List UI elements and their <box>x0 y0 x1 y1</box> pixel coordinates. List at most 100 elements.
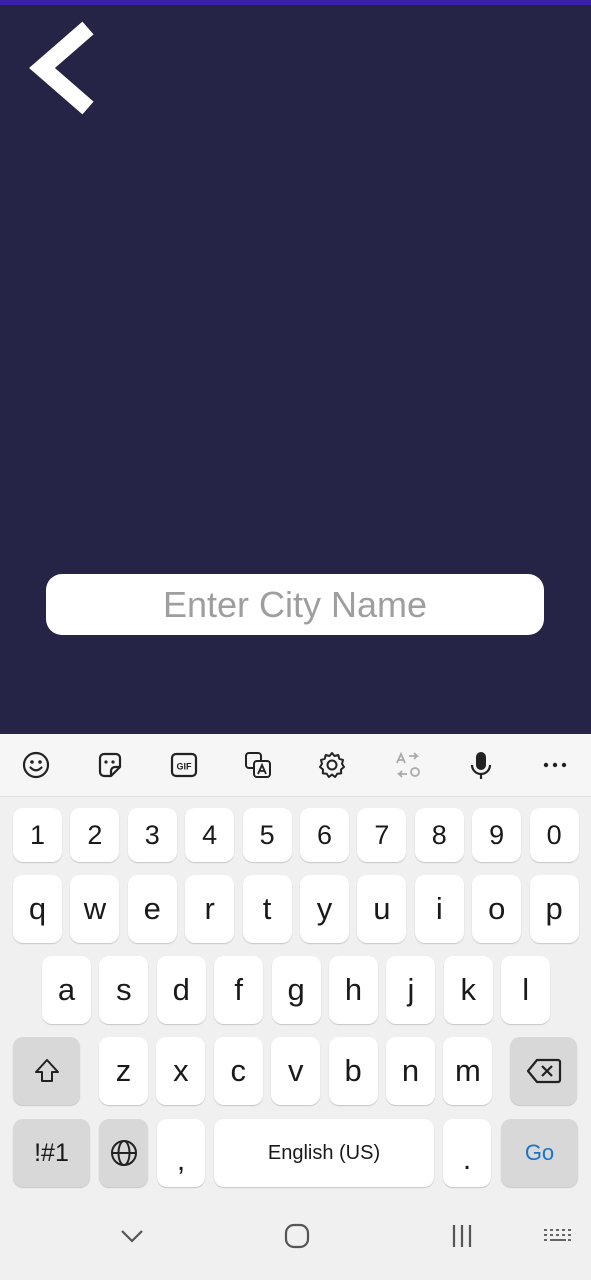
key-u[interactable]: u <box>357 875 407 943</box>
gif-icon[interactable]: GIF <box>164 745 204 785</box>
key-c-label: c <box>230 1053 247 1088</box>
key-h[interactable]: h <box>329 956 378 1024</box>
shift-key[interactable] <box>13 1037 80 1105</box>
key-y[interactable]: y <box>300 875 349 943</box>
key-a[interactable]: a <box>42 956 91 1024</box>
space-key-label: English (US) <box>267 1141 381 1164</box>
key-k[interactable]: k <box>443 956 493 1024</box>
symbols-key[interactable]: !#1 <box>13 1119 90 1187</box>
key-a-label: a <box>57 972 76 1007</box>
key-z-label: z <box>115 1053 132 1088</box>
key-9[interactable]: 9 <box>472 808 522 862</box>
key-e[interactable]: e <box>127 875 177 943</box>
settings-icon[interactable] <box>312 745 352 785</box>
go-key-label: Go <box>524 1140 555 1165</box>
hide-keyboard-icon[interactable] <box>112 1216 152 1256</box>
key-8[interactable]: 8 <box>414 808 464 862</box>
key-7-label: 7 <box>374 819 390 850</box>
key-m[interactable]: m <box>443 1037 493 1105</box>
key-h-label: h <box>344 972 363 1007</box>
city-name-input[interactable] <box>46 574 544 635</box>
on-screen-keyboard: GIF 1 2 3 4 5 6 7 8 9 0 q w e r t y u i o p a s d f g h j k l z x c v b nm… <box>0 734 591 1280</box>
more-icon[interactable] <box>535 745 575 785</box>
keyboard-toolbar: GIF <box>0 734 591 797</box>
key-j-label: j <box>407 972 415 1007</box>
key-9-label: 9 <box>489 819 505 850</box>
translate-icon[interactable] <box>238 745 278 785</box>
key-k-label: k <box>460 972 477 1007</box>
key-0-label: 0 <box>546 819 562 850</box>
key-o[interactable]: o <box>472 875 522 943</box>
chevron-left-icon <box>29 21 94 115</box>
key-s-label: s <box>116 972 132 1007</box>
keyboard-switch-icon[interactable] <box>538 1216 578 1256</box>
symbols-key-label: !#1 <box>34 1138 69 1167</box>
globe-icon <box>110 1140 137 1166</box>
key-j[interactable]: j <box>386 956 436 1024</box>
key-x-label: x <box>173 1053 189 1088</box>
language-key[interactable] <box>99 1119 148 1187</box>
key-m-label: m <box>454 1053 481 1088</box>
key-q[interactable]: q <box>13 875 62 943</box>
sticker-icon[interactable] <box>90 745 130 785</box>
key-4[interactable]: 4 <box>185 808 235 862</box>
status-accent-line <box>0 0 591 5</box>
key-t[interactable]: t <box>242 875 292 943</box>
key-c[interactable]: c <box>213 1037 263 1105</box>
key-2[interactable]: 2 <box>70 808 120 862</box>
key-v[interactable]: v <box>271 1037 321 1105</box>
key-l[interactable]: l <box>501 956 551 1024</box>
key-g[interactable]: g <box>271 956 321 1024</box>
back-button[interactable] <box>22 16 102 120</box>
key-6-label: 6 <box>316 819 333 850</box>
key-5[interactable]: 5 <box>242 808 292 862</box>
comma-key[interactable]: , <box>157 1119 205 1187</box>
comma-key-label: , <box>176 1144 186 1177</box>
key-8-label: 8 <box>431 819 447 850</box>
text-conversion-icon[interactable] <box>388 745 428 785</box>
key-i[interactable]: i <box>414 875 464 943</box>
key-s[interactable]: s <box>99 956 149 1024</box>
key-0[interactable]: 0 <box>529 808 579 862</box>
emoji-icon[interactable] <box>16 745 56 785</box>
recents-icon[interactable] <box>442 1216 482 1256</box>
key-f[interactable]: f <box>214 956 264 1024</box>
key-r-label: r <box>204 891 215 926</box>
key-w-label: w <box>83 891 107 926</box>
svg-text:GIF: GIF <box>177 762 193 772</box>
key-d[interactable]: d <box>156 956 206 1024</box>
key-w[interactable]: w <box>70 875 120 943</box>
backspace-icon <box>526 1058 561 1084</box>
key-1-label: 1 <box>29 819 46 850</box>
key-l-label: l <box>522 972 530 1007</box>
key-t-label: t <box>262 891 272 926</box>
microphone-icon[interactable] <box>461 745 501 785</box>
shift-icon <box>34 1059 59 1082</box>
key-5-label: 5 <box>259 819 275 850</box>
backspace-key[interactable] <box>510 1037 577 1105</box>
key-7[interactable]: 7 <box>357 808 407 862</box>
key-f-label: f <box>234 972 243 1007</box>
key-1[interactable]: 1 <box>13 808 62 862</box>
keyboard-keys: 1 2 3 4 5 6 7 8 9 0 q w e r t y u i o p a s d f g h j k l z x c v b n m !#1,… <box>0 796 591 1196</box>
key-e-label: e <box>143 891 161 926</box>
period-key-label: . <box>462 1143 472 1176</box>
key-p[interactable]: p <box>529 875 579 943</box>
key-6[interactable]: 6 <box>300 808 349 862</box>
city-input-container <box>46 574 544 635</box>
key-b[interactable]: b <box>328 1037 378 1105</box>
key-z[interactable]: z <box>99 1037 148 1105</box>
key-q-label: q <box>28 891 47 926</box>
space-key[interactable]: English (US) <box>214 1119 434 1187</box>
key-x[interactable]: x <box>156 1037 206 1105</box>
go-key[interactable]: Go <box>501 1119 578 1187</box>
key-n[interactable]: n <box>386 1037 435 1105</box>
key-2-label: 2 <box>87 819 103 850</box>
key-y-label: y <box>316 891 333 926</box>
key-n-label: n <box>401 1053 420 1088</box>
period-key[interactable]: . <box>443 1119 491 1187</box>
key-o-label: o <box>488 891 506 926</box>
home-icon[interactable] <box>277 1216 317 1256</box>
key-r[interactable]: r <box>185 875 235 943</box>
key-3[interactable]: 3 <box>127 808 177 862</box>
